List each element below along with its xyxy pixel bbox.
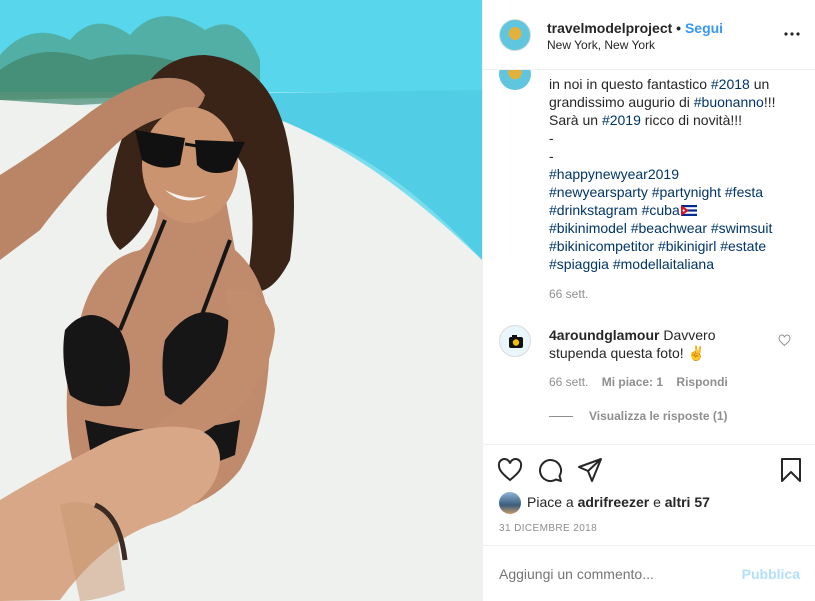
caption-line: in noi in questo fantastico #2018 un bbox=[549, 75, 799, 93]
reply-button[interactable]: Rispondi bbox=[676, 375, 727, 389]
hashtag-link[interactable]: #2019 bbox=[602, 112, 641, 128]
author-username[interactable]: travelmodelproject bbox=[547, 20, 672, 36]
replies-rule bbox=[549, 416, 573, 418]
likes-connector: e bbox=[649, 494, 665, 510]
hashtag-link[interactable]: #bikinigirl bbox=[658, 238, 716, 254]
hashtag-link[interactable]: #bikinimodel bbox=[549, 220, 627, 236]
author-avatar[interactable] bbox=[499, 19, 531, 51]
caption-dash: - bbox=[549, 148, 554, 164]
commenter-avatar[interactable] bbox=[499, 325, 531, 357]
header-separator: • bbox=[676, 20, 682, 36]
post-location[interactable]: New York, New York bbox=[547, 38, 655, 52]
comment-likes-count[interactable]: Mi piace: 1 bbox=[602, 375, 663, 389]
liker-avatar[interactable] bbox=[499, 492, 521, 514]
hashtag-link[interactable]: #happynewyear2019 bbox=[549, 166, 679, 182]
caption-text-segment: Sarà un bbox=[549, 112, 602, 128]
caption-line: #happynewyear2019 bbox=[549, 165, 799, 183]
hashtag-link[interactable]: #estate bbox=[720, 238, 766, 254]
post-actions: Piace a adrifreezer e altri 57 31 DICEMB… bbox=[483, 444, 815, 545]
comment-text-line2: stupenda questa foto! ✌️ bbox=[549, 345, 705, 361]
comment-icon[interactable] bbox=[537, 457, 563, 483]
camera-logo-icon bbox=[509, 335, 523, 348]
post-side-panel: travelmodelproject • Segui New York, New… bbox=[482, 0, 815, 601]
liker-username[interactable]: adrifreezer bbox=[578, 494, 650, 510]
caption-line: #bikinicompetitor #bikinigirl #estate bbox=[549, 237, 799, 255]
hashtag-link[interactable]: #beachwear bbox=[631, 220, 707, 236]
caption-author-avatar[interactable] bbox=[499, 70, 531, 90]
publish-button[interactable]: Pubblica bbox=[742, 566, 800, 582]
caption-line: #spiaggia #modellaitaliana bbox=[549, 255, 799, 273]
comments-list[interactable]: in noi in questo fantastico #2018 un gra… bbox=[483, 70, 815, 444]
heart-icon[interactable] bbox=[497, 457, 523, 483]
beach-photo-illustration bbox=[0, 0, 482, 601]
share-icon[interactable] bbox=[577, 457, 603, 483]
cuba-flag-icon bbox=[680, 205, 697, 216]
caption-line: #newyearsparty #partynight #festa bbox=[549, 183, 799, 201]
hashtag-link[interactable]: #cuba bbox=[642, 202, 680, 218]
comment-like-heart-icon[interactable] bbox=[778, 334, 791, 347]
hashtag-link[interactable]: #swimsuit bbox=[711, 220, 772, 236]
follow-button[interactable]: Segui bbox=[685, 20, 723, 36]
caption-line: grandissimo augurio di #buonanno!!! bbox=[549, 93, 799, 111]
comment-text-line1: Davvero bbox=[659, 327, 716, 343]
more-options-icon[interactable] bbox=[784, 26, 800, 42]
caption-text-segment: !!! bbox=[763, 94, 776, 110]
comment-body: 4aroundglamour Davvero stupenda questa f… bbox=[549, 326, 769, 362]
post-caption: in noi in questo fantastico #2018 un gra… bbox=[549, 75, 799, 273]
likes-summary: Piace a adrifreezer e altri 57 bbox=[527, 494, 710, 510]
hashtag-link[interactable]: #drinkstagram bbox=[549, 202, 638, 218]
caption-dash: - bbox=[549, 130, 554, 146]
caption-timestamp[interactable]: 66 sett. bbox=[549, 287, 588, 301]
likes-prefix: Piace a bbox=[527, 494, 578, 510]
hashtag-link[interactable]: #festa bbox=[725, 184, 763, 200]
comment-meta: 66 sett. Mi piace: 1 Rispondi bbox=[549, 375, 738, 389]
hashtag-link[interactable]: #2018 bbox=[711, 76, 750, 92]
bookmark-icon[interactable] bbox=[778, 457, 804, 483]
comment-timestamp[interactable]: 66 sett. bbox=[549, 375, 588, 389]
post-photo[interactable] bbox=[0, 0, 482, 601]
caption-text-segment: un bbox=[749, 76, 770, 92]
commenter-username[interactable]: 4aroundglamour bbox=[549, 327, 659, 343]
caption-text-segment: grandissimo augurio di bbox=[549, 94, 694, 110]
hashtag-link[interactable]: #partynight bbox=[652, 184, 721, 200]
add-comment-bar: Pubblica bbox=[483, 545, 815, 601]
hashtag-link[interactable]: #buonanno bbox=[694, 94, 764, 110]
caption-line: #bikinimodel #beachwear #swimsuit bbox=[549, 219, 799, 237]
view-replies-label: Visualizza le risposte (1) bbox=[589, 409, 728, 423]
hashtag-link[interactable]: #newyearsparty bbox=[549, 184, 648, 200]
comment-input[interactable] bbox=[499, 566, 719, 582]
view-replies-button[interactable]: Visualizza le risposte (1) bbox=[549, 409, 728, 423]
post-date[interactable]: 31 DICEMBRE 2018 bbox=[499, 523, 597, 534]
caption-line: Sarà un #2019 ricco di novità!!! bbox=[549, 111, 799, 129]
caption-line: #drinkstagram #cuba bbox=[549, 201, 799, 219]
header-user-line: travelmodelproject • Segui bbox=[547, 20, 723, 36]
hashtag-link[interactable]: #modellaitaliana bbox=[613, 256, 714, 272]
caption-text-segment: ricco di novità!!! bbox=[640, 112, 743, 128]
post-header: travelmodelproject • Segui New York, New… bbox=[483, 0, 815, 70]
other-likers-link[interactable]: altri 57 bbox=[665, 494, 710, 510]
caption-text-segment: in noi in questo fantastico bbox=[549, 76, 711, 92]
hashtag-link[interactable]: #bikinicompetitor bbox=[549, 238, 654, 254]
instagram-post: travelmodelproject • Segui New York, New… bbox=[0, 0, 815, 601]
hashtag-link[interactable]: #spiaggia bbox=[549, 256, 609, 272]
